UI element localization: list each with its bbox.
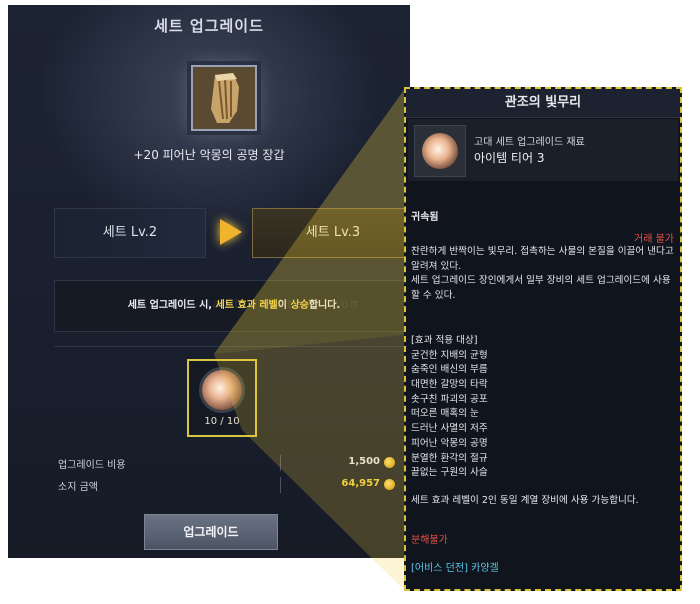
arrow-right-icon <box>220 219 242 245</box>
item-tier: 아이템 티어 3 <box>474 151 545 165</box>
list-item: 대면한 갈망의 타락 <box>411 379 488 391</box>
tooltip-header: 고대 세트 업그레이드 재료 아이템 티어 3 <box>408 119 678 181</box>
list-item: 떠오른 매혹의 눈 <box>411 408 479 420</box>
list-item: 솟구친 파괴의 공포 <box>411 393 488 405</box>
cost-value: 1,500 <box>348 456 380 467</box>
panel-title: 세트 업그레이드 <box>154 17 264 35</box>
light-orb-icon <box>422 133 458 169</box>
list-item: 드러난 사멸의 저주 <box>411 423 488 435</box>
effect-target-list: [효과 적용 대상] 굳건한 지배의 균형 숨죽인 배신의 부름 대면한 갈망의… <box>411 334 677 481</box>
gold-coin-icon <box>384 457 395 468</box>
set-upgrade-panel: 세트 업그레이드 +20 피어난 악몽의 공명 장갑 세트 Lv.2 세트 Lv… <box>8 5 410 558</box>
list-header: [효과 적용 대상] <box>411 335 478 346</box>
item-category: 고대 세트 업그레이드 재료 <box>474 137 585 148</box>
bound-status: 귀속됨 <box>411 212 439 223</box>
list-item: 굳건한 지배의 균형 <box>411 349 488 361</box>
trade-status: 거래 불가 <box>634 234 674 245</box>
item-icon-frame <box>414 125 466 177</box>
list-item: 분열한 환각의 절규 <box>411 452 488 464</box>
divider <box>280 477 281 493</box>
light-orb-icon <box>202 370 242 410</box>
item-tooltip: 관조의 빛무리 고대 세트 업그레이드 재료 아이템 티어 3 귀속됨 거래 불… <box>404 87 682 591</box>
watermark: mandy.tistory.com <box>203 297 360 311</box>
money-label: 소지 금액 <box>58 482 98 493</box>
item-description: 찬란하게 반짝이는 빛무리. 접촉하는 사물의 본질을 이끌어 낸다고 알려져 … <box>411 246 674 302</box>
material-count: 10 / 10 <box>204 416 240 427</box>
owned-money-row: 소지 금액 64,957 <box>54 475 410 495</box>
material-slot[interactable]: 10 / 10 <box>187 359 257 437</box>
gloves-icon <box>193 67 255 129</box>
set-level-next: 세트 Lv.3 <box>252 208 410 258</box>
upgrade-button[interactable]: 업그레이드 <box>144 514 278 550</box>
gold-coin-icon <box>384 479 395 490</box>
decompose-status: 분해불가 <box>411 535 448 546</box>
tooltip-title: 관조의 빛무리 <box>406 89 680 118</box>
equipment-slot[interactable] <box>191 65 257 131</box>
item-source: [어비스 던전] 카양겔 <box>411 563 499 574</box>
money-value: 64,957 <box>341 478 380 489</box>
set-level-current: 세트 Lv.2 <box>54 208 206 258</box>
upgrade-cost-row: 업그레이드 비용 1,500 <box>54 453 410 473</box>
divider <box>280 455 281 471</box>
list-item: 숨죽인 배신의 부름 <box>411 364 488 376</box>
divider <box>54 346 410 347</box>
cost-label: 업그레이드 비용 <box>58 460 126 471</box>
list-item: 끝없는 구원의 사슬 <box>411 467 488 479</box>
item-name: +20 피어난 악몽의 공명 장갑 <box>133 148 285 162</box>
usage-note: 세트 효과 레벨이 2인 동일 계열 장비에 사용 가능합니다. <box>411 495 639 506</box>
list-item: 피어난 악몽의 공명 <box>411 437 488 449</box>
